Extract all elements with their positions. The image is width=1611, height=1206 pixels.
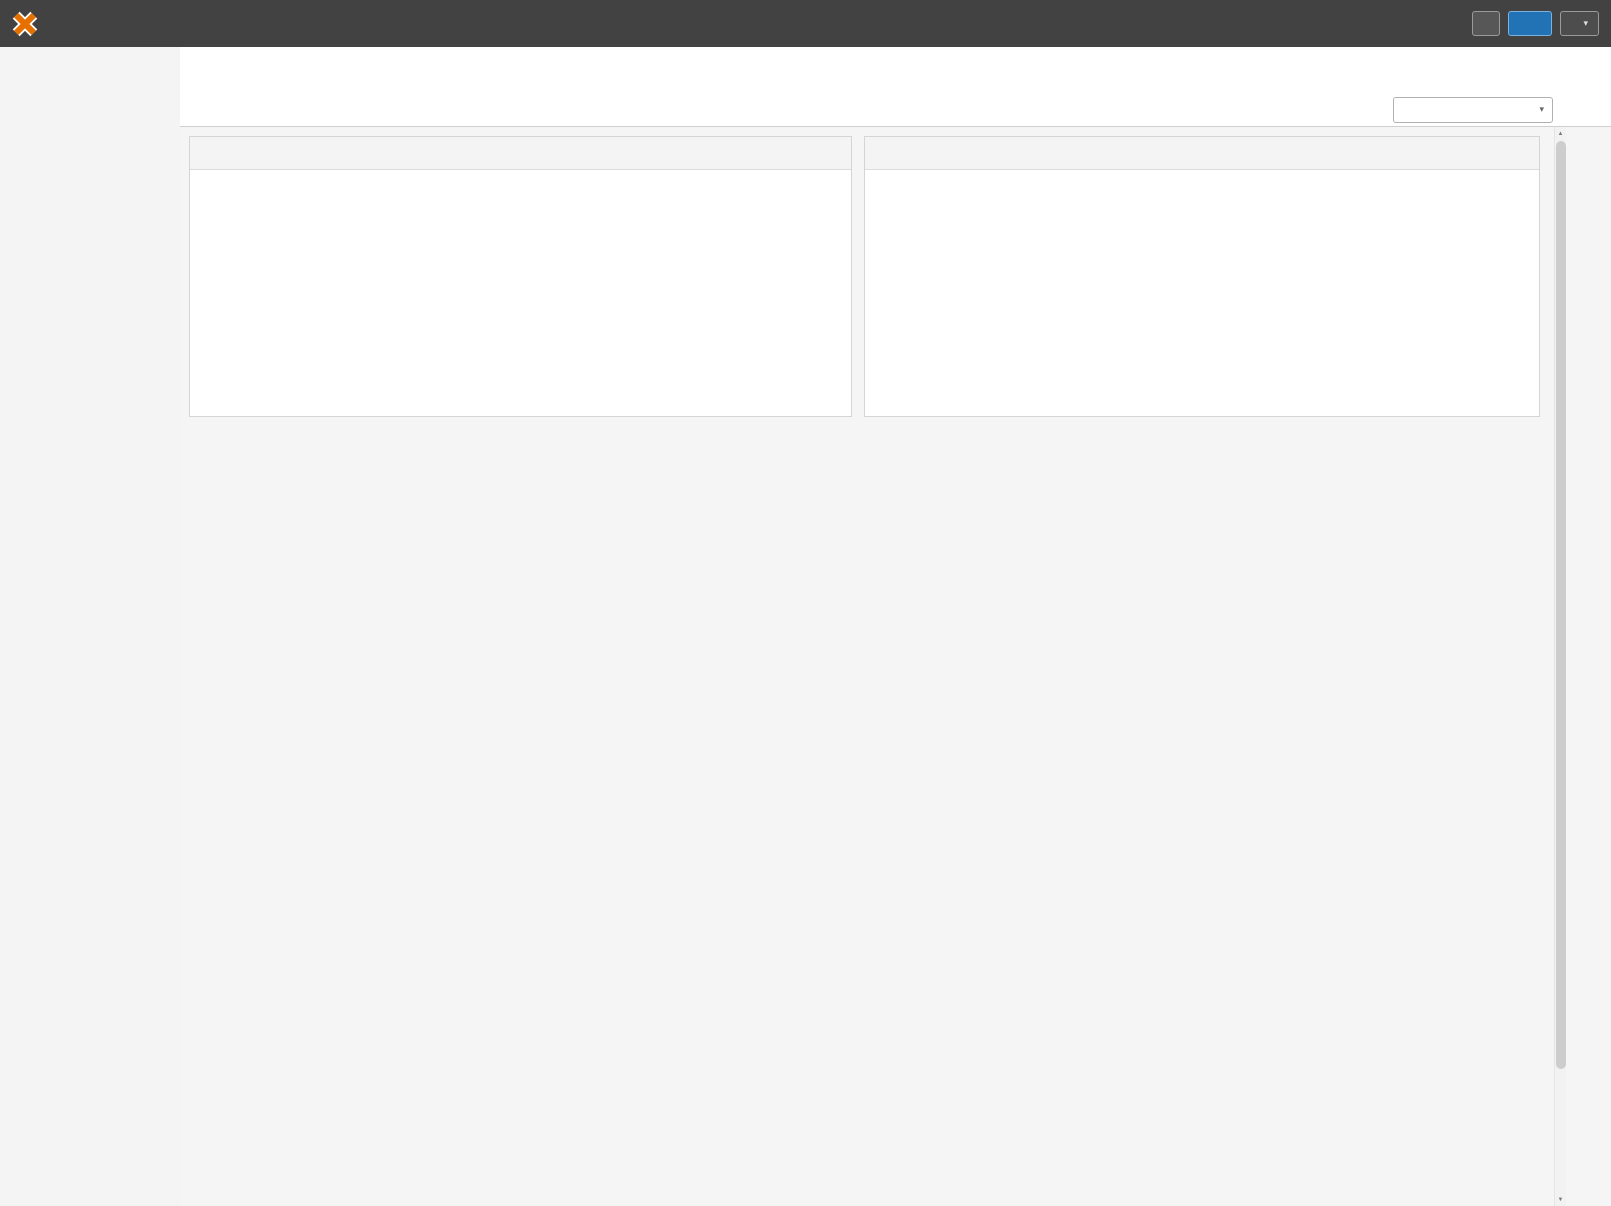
- content-area: ▲ ▼: [180, 127, 1611, 1206]
- store-summary-panel: [189, 136, 852, 417]
- tasks-button[interactable]: [1508, 11, 1552, 36]
- comment-body[interactable]: [865, 170, 1539, 190]
- tab-bar: [180, 81, 1611, 93]
- vertical-scrollbar[interactable]: ▲ ▼: [1554, 127, 1566, 1206]
- main-area: ▾: [180, 47, 1611, 1206]
- user-menu-button[interactable]: ▾: [1560, 11, 1599, 36]
- summary-row: [189, 136, 1540, 417]
- proxmox-x-icon: [12, 11, 38, 37]
- store-panel-header: [190, 137, 851, 170]
- proxmox-logo: [12, 11, 45, 37]
- comment-panel: [864, 136, 1540, 417]
- toolbar: ▾: [180, 93, 1611, 127]
- sidebar: [0, 47, 180, 1206]
- documentation-button[interactable]: [1472, 11, 1500, 36]
- comment-panel-header: [865, 137, 1539, 170]
- chevron-down-icon: ▾: [1583, 18, 1588, 29]
- scroll-down-icon[interactable]: ▼: [1555, 1193, 1566, 1206]
- chevron-down-icon: ▾: [1539, 104, 1544, 115]
- store-panel-body: [190, 170, 851, 190]
- scroll-up-icon[interactable]: ▲: [1555, 127, 1566, 140]
- time-range-select[interactable]: ▾: [1393, 97, 1553, 123]
- scrollbar-thumb[interactable]: [1556, 141, 1566, 1069]
- app-header: ▾: [0, 0, 1611, 47]
- page-title-row: [180, 47, 1611, 81]
